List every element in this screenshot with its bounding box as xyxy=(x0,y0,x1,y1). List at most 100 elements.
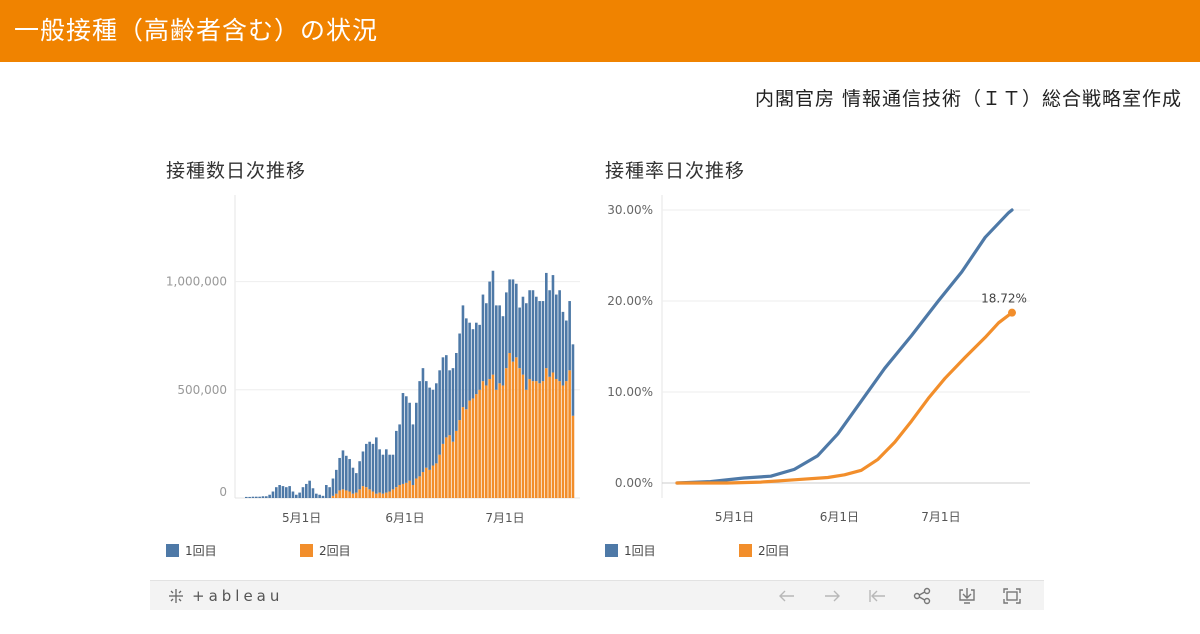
bar-dose1 xyxy=(485,303,488,386)
legend-item-dose2[interactable]: 2回目 xyxy=(739,542,790,559)
bar-dose2 xyxy=(488,378,491,498)
bar-dose2 xyxy=(371,491,375,498)
bar-dose1 xyxy=(351,467,355,494)
fullscreen-button[interactable] xyxy=(989,584,1034,608)
bar-dose2 xyxy=(511,361,515,498)
x-tick-label: 5月1日 xyxy=(715,510,754,524)
bar-dose1 xyxy=(418,381,421,477)
bar-chart-title: 接種数日次推移 xyxy=(166,160,307,182)
bar-dose2 xyxy=(375,493,378,498)
bar-dose1 xyxy=(545,272,548,369)
bar-dose1 xyxy=(378,449,381,493)
bar-dose1 xyxy=(568,301,571,371)
bar-dose1 xyxy=(308,480,311,498)
bar-dose2 xyxy=(495,389,498,498)
daily-vaccinations-bar-chart[interactable]: 0 500,000 1,000,000 5月1日 6月1日 7月1日 xyxy=(150,190,590,535)
bar-dose1 xyxy=(531,290,535,382)
bar-dose1 xyxy=(335,469,338,494)
redo-button[interactable] xyxy=(809,584,854,608)
bar-dose1 xyxy=(338,457,341,491)
y-tick-label: 10.00% xyxy=(607,385,653,399)
bar-dose2 xyxy=(555,378,558,498)
vaccination-rate-line-chart[interactable]: 0.00% 10.00% 20.00% 30.00% 18.72% 5月1日 6月1日 7月1… xyxy=(590,190,1040,535)
bar-dose1 xyxy=(375,437,378,494)
bar-dose1 xyxy=(421,368,425,473)
data-label: 18.72% xyxy=(981,292,1027,306)
download-button[interactable] xyxy=(944,584,989,608)
bar-dose2 xyxy=(491,374,495,498)
bar-dose1 xyxy=(348,459,351,492)
bar-dose1 xyxy=(251,496,255,498)
bar-dose1 xyxy=(268,494,271,498)
bar-dose1 xyxy=(305,483,308,498)
bar-dose2 xyxy=(458,420,461,498)
bar-dose2 xyxy=(435,463,438,498)
bar-dose1 xyxy=(248,496,251,498)
bar-dose1 xyxy=(558,290,561,382)
legend-label-dose2: 2回目 xyxy=(758,544,790,558)
bar-dose1 xyxy=(298,492,301,498)
bar-dose1 xyxy=(555,294,558,379)
bar-dose1 xyxy=(345,455,348,491)
bar-dose1 xyxy=(245,496,248,498)
bar-dose1 xyxy=(471,329,475,399)
tableau-wordmark: +ableau xyxy=(192,587,284,605)
bar-dose2 xyxy=(391,489,395,498)
legend-swatch-dose2 xyxy=(739,544,752,557)
bar-dose1 xyxy=(448,370,451,436)
bar-dose1 xyxy=(561,311,565,386)
bar-dose1 xyxy=(381,454,385,494)
bar-dose1 xyxy=(458,333,461,421)
y-tick-label: 20.00% xyxy=(607,294,653,308)
bar-dose2 xyxy=(471,398,475,498)
bar-dose2 xyxy=(415,478,418,498)
bar-dose1 xyxy=(535,296,538,382)
bar-dose1 xyxy=(261,496,265,498)
bar-dose1 xyxy=(528,290,531,379)
bar-dose2 xyxy=(421,472,425,498)
bar-dose1 xyxy=(498,305,501,384)
bar-dose1 xyxy=(321,495,325,498)
bar-dose1 xyxy=(408,402,411,481)
bar-dose2 xyxy=(368,489,371,498)
bar-dose2 xyxy=(425,467,428,498)
bar-dose2 xyxy=(481,381,485,498)
bar-dose2 xyxy=(468,400,471,498)
bar-dose2 xyxy=(445,437,448,498)
revert-button[interactable] xyxy=(854,584,899,608)
bar-dose1 xyxy=(265,496,268,498)
bar-dose2 xyxy=(535,381,538,498)
bar-dose2 xyxy=(381,493,385,498)
bar-dose1 xyxy=(488,281,491,379)
bar-dose1 xyxy=(441,357,445,444)
bar-dose2 xyxy=(461,407,465,498)
credit-text: 内閣官房 情報通信技術（ＩＴ）総合戦略室作成 xyxy=(754,88,1182,110)
bar-dose2 xyxy=(525,389,528,498)
bar-dose1 xyxy=(511,279,515,362)
bar-dose2 xyxy=(505,368,508,498)
share-button[interactable] xyxy=(899,584,944,608)
bar-dose1 xyxy=(461,305,465,408)
y-tick-label: 500,000 xyxy=(177,383,227,397)
bar-dose1 xyxy=(275,487,278,498)
bar-dose1 xyxy=(301,487,305,498)
bar-dose1 xyxy=(331,478,335,496)
bar-dose2 xyxy=(485,385,488,498)
bar-chart-legend: 1回目 2回目 xyxy=(166,542,351,559)
tableau-logo[interactable]: +ableau xyxy=(166,586,283,606)
download-icon xyxy=(958,588,975,604)
bar-dose2 xyxy=(498,383,501,498)
undo-button[interactable] xyxy=(764,584,809,608)
bar-dose1 xyxy=(278,485,281,498)
bar-dose1 xyxy=(395,430,398,488)
legend-item-dose2[interactable]: 2回目 xyxy=(300,542,351,559)
legend-item-dose1[interactable]: 1回目 xyxy=(605,542,739,559)
bar-dose1 xyxy=(425,381,428,468)
bar-dose2 xyxy=(418,476,421,498)
bar-dose1 xyxy=(281,486,285,498)
legend-item-dose1[interactable]: 1回目 xyxy=(166,542,300,559)
bar-dose2 xyxy=(408,480,411,498)
bar-dose2 xyxy=(345,490,348,498)
y-tick-label: 1,000,000 xyxy=(166,275,227,289)
bar-dose1 xyxy=(515,283,518,358)
